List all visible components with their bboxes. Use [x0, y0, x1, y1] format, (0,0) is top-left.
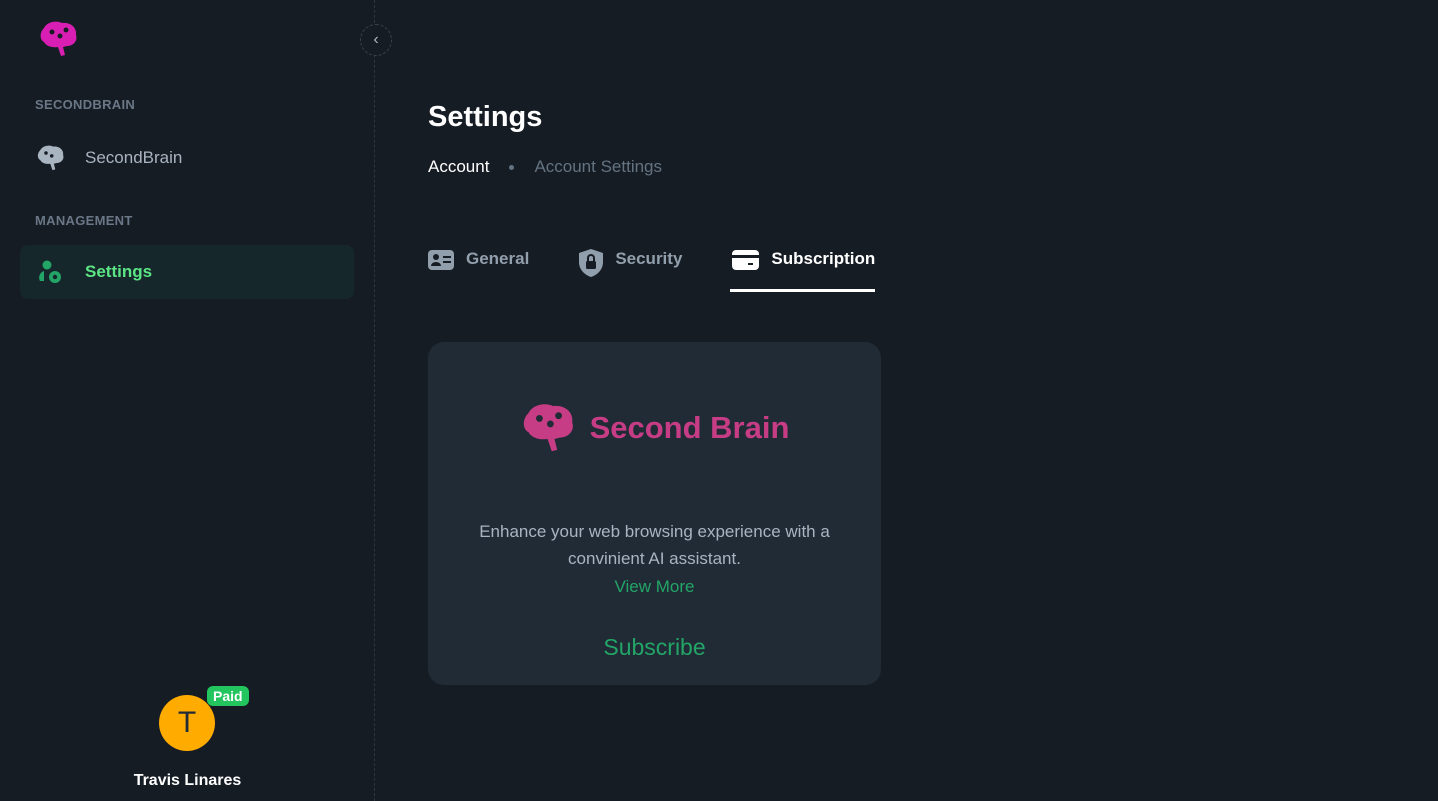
sidebar-item-label: SecondBrain	[85, 148, 183, 167]
page-title: Settings	[428, 101, 543, 133]
tab-subscription[interactable]: Subscription	[730, 246, 876, 292]
user-name: Travis Linares	[133, 772, 242, 789]
view-more-link[interactable]: View More	[428, 577, 881, 597]
sidebar-item-label: Settings	[85, 262, 153, 281]
breadcrumb: Account Account Settings	[428, 157, 662, 177]
avatar[interactable]: T	[159, 695, 215, 751]
section-title-secondbrain: SECONDBRAIN	[35, 97, 136, 112]
sidebar: ‹ SECONDBRAIN SecondBrain MANAGEMENT Set…	[0, 0, 392, 801]
breadcrumb-separator	[509, 164, 515, 170]
tab-security[interactable]: Security	[579, 246, 682, 292]
status-badge: Paid	[207, 686, 249, 706]
brand-logo: Second Brain	[428, 402, 881, 454]
tab-general[interactable]: General	[428, 246, 529, 292]
brain-icon	[523, 404, 573, 452]
section-title-management: MANAGEMENT	[35, 213, 133, 228]
brain-icon	[35, 144, 67, 172]
tab-label: Security	[615, 249, 683, 268]
breadcrumb-current: Account Settings	[534, 157, 663, 176]
subscription-card: Second Brain Enhance your web browsing e…	[428, 342, 881, 685]
user-gear-icon	[35, 259, 67, 285]
subscribe-button[interactable]: Subscribe	[428, 634, 881, 661]
settings-tabs: General Security Subscription	[428, 246, 925, 292]
tab-label: Subscription	[771, 249, 876, 268]
credit-card-icon	[732, 249, 760, 276]
tab-label: General	[466, 249, 530, 268]
card-description: Enhance your web browsing experience wit…	[479, 522, 830, 568]
breadcrumb-account[interactable]: Account	[428, 157, 489, 177]
sidebar-item-secondbrain[interactable]: SecondBrain	[20, 131, 354, 185]
id-card-icon	[428, 249, 454, 276]
sidebar-item-settings[interactable]: Settings	[20, 245, 354, 299]
collapse-sidebar-button[interactable]: ‹	[360, 24, 392, 56]
shield-lock-icon	[579, 249, 604, 282]
brain-logo-icon[interactable]	[38, 20, 80, 63]
brand-name: Second Brain	[589, 410, 790, 445]
